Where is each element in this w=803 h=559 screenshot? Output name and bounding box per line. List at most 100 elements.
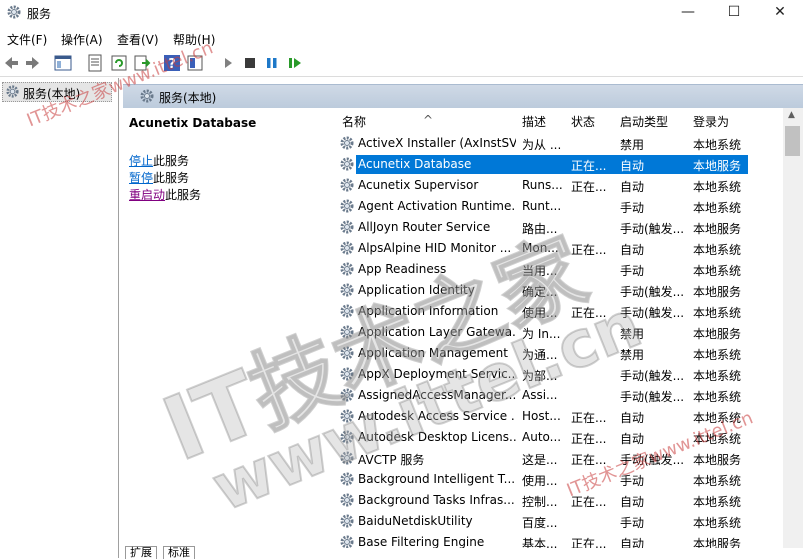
- stop-service-icon[interactable]: [241, 54, 259, 72]
- scrollbar-thumb[interactable]: [785, 126, 800, 156]
- service-gear-icon: [340, 199, 354, 213]
- service-description: 控制...: [522, 495, 558, 509]
- column-header-name[interactable]: 名称: [342, 113, 366, 130]
- service-logon-as: 本地服务: [693, 285, 742, 299]
- vertical-scrollbar[interactable]: ▲: [783, 108, 803, 548]
- tab-extended[interactable]: 扩展: [125, 546, 157, 559]
- start-service-icon[interactable]: [219, 54, 237, 72]
- restart-service-icon[interactable]: [286, 54, 304, 72]
- header-title: 服务(本地): [159, 91, 217, 105]
- service-logon-as: 本地系统: [693, 369, 742, 383]
- service-logon-as: 本地系统: [693, 306, 742, 320]
- action-text: 此服务: [165, 188, 202, 202]
- service-name: Background Intelligent T...: [358, 472, 516, 486]
- service-name: Acunetix Supervisor: [358, 178, 479, 192]
- back-icon[interactable]: [2, 54, 20, 72]
- service-row[interactable]: BaiduNetdiskUtility 百度... 手动 本地系统: [337, 511, 783, 532]
- service-startup-type: 手动: [620, 264, 645, 278]
- service-logon-as: 本地系统: [693, 201, 742, 215]
- service-status: 正在...: [571, 180, 607, 194]
- minimize-button[interactable]: —: [665, 0, 711, 26]
- service-logon-as: 本地系统: [693, 243, 742, 257]
- action-text: 此服务: [153, 154, 190, 168]
- service-startup-type: 自动: [620, 180, 645, 194]
- service-startup-type: 自动: [620, 411, 645, 425]
- service-description: 使用...: [522, 474, 558, 488]
- restart-action: 重启动此服务: [129, 186, 201, 203]
- service-logon-as: 本地系统: [693, 516, 742, 530]
- service-logon-as: 本地系统: [693, 495, 742, 509]
- service-status: 正在...: [571, 537, 607, 548]
- service-startup-type: 手动: [620, 516, 645, 530]
- service-row[interactable]: Acunetix Database 正在... 自动 本地服务: [337, 154, 783, 175]
- service-row[interactable]: Background Tasks Infras... 控制... 正在... 自动 本地…: [337, 490, 783, 511]
- services-gear-icon: [7, 5, 21, 19]
- service-row[interactable]: ActiveX Installer (AxInstSV) 为从 ... 禁用 本地系统: [337, 133, 783, 154]
- service-gear-icon: [340, 220, 354, 234]
- column-header-logon-as[interactable]: 登录为: [693, 113, 729, 130]
- service-row[interactable]: Background Intelligent T... 使用... 手动 本地系统: [337, 469, 783, 490]
- scroll-up-icon[interactable]: ▲: [788, 110, 795, 120]
- service-logon-as: 本地系统: [693, 390, 742, 404]
- service-gear-icon: [340, 136, 354, 150]
- tab-standard[interactable]: 标准: [163, 546, 195, 559]
- pause-action: 暂停此服务: [129, 169, 189, 186]
- pause-service-icon[interactable]: [263, 54, 281, 72]
- window-title: 服务: [27, 7, 52, 21]
- service-logon-as: 本地服务: [693, 159, 742, 173]
- service-description: 百度...: [522, 516, 558, 530]
- column-header-row: 名称 ^ 描述 状态 启动类型 登录为: [337, 108, 783, 132]
- service-startup-type: 手动(触发...: [620, 222, 685, 236]
- service-name: Agent Activation Runtime...: [358, 199, 516, 213]
- restart-service-link[interactable]: 重启动: [129, 188, 165, 202]
- service-gear-icon: [340, 514, 354, 528]
- view-tabs: 扩展 标准: [123, 546, 423, 559]
- menu-view[interactable]: 查看(V): [117, 31, 159, 48]
- service-logon-as: 本地服务: [693, 537, 742, 548]
- console-tree-icon[interactable]: [54, 54, 72, 72]
- service-name: BaiduNetdiskUtility: [358, 514, 473, 528]
- column-header-status[interactable]: 状态: [571, 113, 595, 130]
- close-button[interactable]: ✕: [757, 0, 803, 26]
- column-header-startup-type[interactable]: 启动类型: [620, 113, 668, 130]
- service-startup-type: 手动(触发...: [620, 390, 685, 404]
- service-gear-icon: [340, 157, 354, 171]
- service-gear-icon: [340, 262, 354, 276]
- forward-icon[interactable]: [24, 54, 42, 72]
- stop-service-link[interactable]: 停止: [129, 154, 153, 168]
- sort-ascending-icon: ^: [423, 113, 434, 127]
- service-name: Background Tasks Infras...: [358, 493, 515, 507]
- menu-action[interactable]: 操作(A): [61, 31, 103, 48]
- service-description: 这是...: [522, 453, 558, 467]
- service-status: 正在...: [571, 432, 607, 446]
- service-logon-as: 本地系统: [693, 264, 742, 278]
- service-logon-as: 本地服务: [693, 327, 742, 341]
- service-logon-as: 本地服务: [693, 222, 742, 236]
- column-header-description[interactable]: 描述: [522, 113, 546, 130]
- pause-service-link[interactable]: 暂停: [129, 171, 153, 185]
- service-description: 为从 ...: [522, 138, 562, 152]
- services-gear-icon: [6, 85, 19, 98]
- console-tree: 服务(本地): [0, 78, 119, 558]
- service-row[interactable]: Acunetix Supervisor Runs... 正在... 自动 本地系统: [337, 175, 783, 196]
- services-gear-icon: [140, 89, 154, 103]
- maximize-button[interactable]: ☐: [711, 0, 757, 26]
- service-startup-type: 自动: [620, 537, 645, 548]
- service-gear-icon: [340, 493, 354, 507]
- service-startup-type: 自动: [620, 243, 645, 257]
- service-description: Auto...: [522, 430, 562, 444]
- service-description: Runs...: [522, 178, 563, 192]
- service-startup-type: 手动: [620, 201, 645, 215]
- service-status: 正在...: [571, 411, 607, 425]
- service-startup-type: 自动: [620, 495, 645, 509]
- service-name: Acunetix Database: [358, 157, 472, 171]
- service-description: 基本...: [522, 537, 558, 548]
- properties-icon[interactable]: [86, 54, 104, 72]
- service-logon-as: 本地服务: [693, 453, 742, 467]
- service-logon-as: 本地系统: [693, 474, 742, 488]
- service-logon-as: 本地系统: [693, 348, 742, 362]
- service-status: 正在...: [571, 159, 607, 173]
- title-bar: 服务 — ☐ ✕: [0, 0, 803, 26]
- service-name: ActiveX Installer (AxInstSV): [358, 136, 516, 150]
- menu-file[interactable]: 文件(F): [7, 31, 47, 48]
